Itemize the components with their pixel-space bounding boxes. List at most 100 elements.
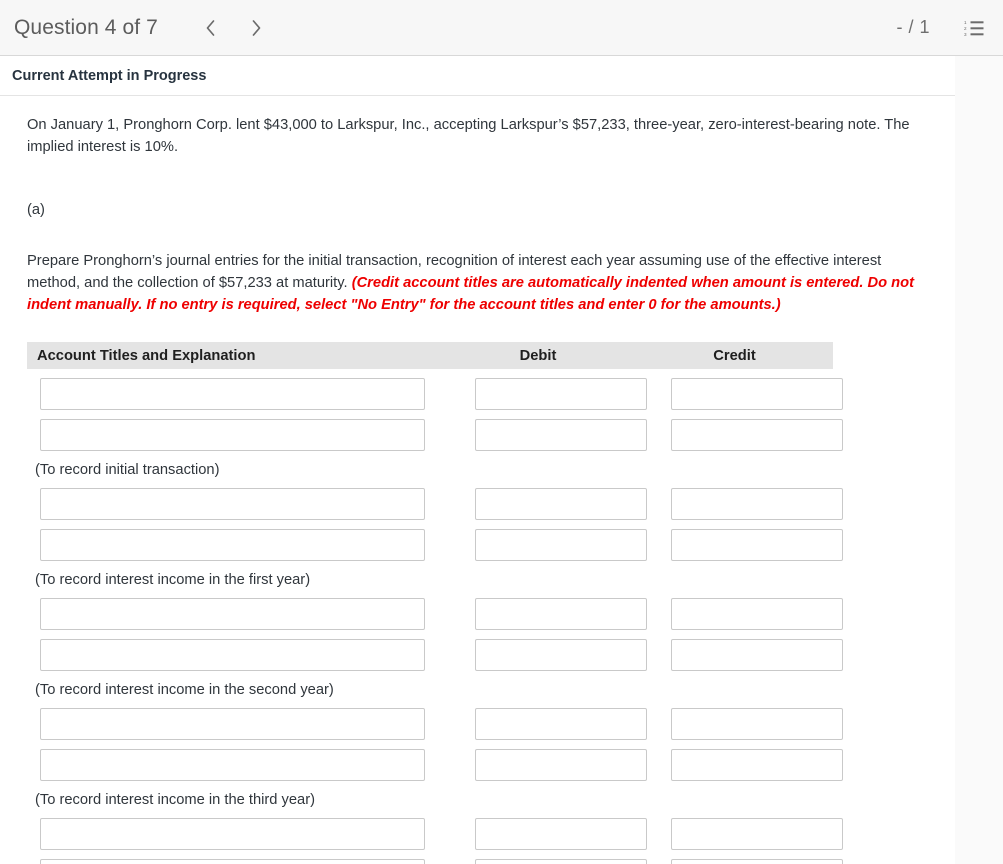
entry-caption: (To record interest income in the second… <box>35 682 334 698</box>
attempt-status-bar: Current Attempt in Progress <box>0 56 955 96</box>
credit-amount-input[interactable] <box>671 529 843 561</box>
credit-amount-input[interactable] <box>671 419 843 451</box>
debit-amount-input[interactable] <box>475 488 647 520</box>
debit-amount-input[interactable] <box>475 529 647 561</box>
previous-question-button[interactable] <box>196 13 226 43</box>
table-row <box>27 369 843 410</box>
cell-account <box>27 598 451 630</box>
table-row <box>27 410 843 451</box>
debit-amount-input[interactable] <box>475 818 647 850</box>
entry-caption: (To record initial transaction) <box>35 462 220 478</box>
credit-amount-input[interactable] <box>671 859 843 864</box>
account-title-input[interactable] <box>40 598 425 630</box>
question-content-panel: Current Attempt in Progress On January 1… <box>0 56 955 864</box>
cell-account <box>27 708 451 740</box>
question-toolbar: Question 4 of 7 - / 1 1 2 3 <box>0 0 1003 56</box>
question-navigation <box>196 13 272 43</box>
cell-credit <box>649 598 843 630</box>
account-title-input[interactable] <box>40 749 425 781</box>
cell-credit <box>649 488 843 520</box>
table-row <box>27 850 843 864</box>
entry-caption: (To record interest income in the third … <box>35 792 315 808</box>
cell-credit <box>649 708 843 740</box>
account-title-input[interactable] <box>40 529 425 561</box>
cell-credit <box>649 749 843 781</box>
table-header-row: Account Titles and Explanation Debit Cre… <box>27 342 833 369</box>
next-question-button[interactable] <box>242 13 272 43</box>
cell-account <box>27 818 451 850</box>
toolbar-right-group: - / 1 1 2 3 <box>896 17 985 39</box>
question-page: Question 4 of 7 - / 1 1 2 3 Current Atte… <box>0 0 1003 864</box>
credit-amount-input[interactable] <box>671 639 843 671</box>
debit-amount-input[interactable] <box>475 859 647 864</box>
credit-amount-input[interactable] <box>671 818 843 850</box>
numbered-list-icon[interactable]: 1 2 3 <box>963 17 985 39</box>
cell-account <box>27 639 451 671</box>
cell-debit <box>451 639 649 671</box>
entry-caption: (To record interest income in the first … <box>35 572 311 588</box>
table-row <box>27 809 843 850</box>
problem-statement: On January 1, Pronghorn Corp. lent $43,0… <box>27 117 910 155</box>
cell-debit <box>451 419 649 451</box>
part-label: (a) <box>27 202 45 218</box>
cell-debit <box>451 529 649 561</box>
chevron-left-icon <box>204 18 217 38</box>
cell-debit <box>451 859 649 864</box>
credit-amount-input[interactable] <box>671 378 843 410</box>
cell-account <box>27 749 451 781</box>
account-title-input[interactable] <box>40 859 425 864</box>
cell-debit <box>451 488 649 520</box>
svg-text:2: 2 <box>964 26 967 31</box>
credit-amount-input[interactable] <box>671 749 843 781</box>
credit-amount-input[interactable] <box>671 488 843 520</box>
svg-text:1: 1 <box>964 20 967 25</box>
account-title-input[interactable] <box>40 639 425 671</box>
column-header-account: Account Titles and Explanation <box>37 347 256 364</box>
attempt-status-label: Current Attempt in Progress <box>12 68 207 84</box>
cell-account <box>27 529 451 561</box>
column-header-debit: Debit <box>519 347 557 364</box>
svg-text:3: 3 <box>964 32 967 37</box>
debit-amount-input[interactable] <box>475 749 647 781</box>
column-header-credit: Credit <box>713 347 756 364</box>
debit-amount-input[interactable] <box>475 639 647 671</box>
cell-account <box>27 378 451 410</box>
credit-amount-input[interactable] <box>671 708 843 740</box>
cell-credit <box>649 529 843 561</box>
chevron-right-icon <box>250 18 263 38</box>
account-title-input[interactable] <box>40 488 425 520</box>
cell-debit <box>451 749 649 781</box>
account-title-input[interactable] <box>40 378 425 410</box>
cell-debit <box>451 378 649 410</box>
debit-amount-input[interactable] <box>475 419 647 451</box>
cell-credit <box>649 859 843 864</box>
cell-credit <box>649 419 843 451</box>
cell-account <box>27 488 451 520</box>
account-title-input[interactable] <box>40 419 425 451</box>
table-row <box>27 740 843 781</box>
cell-debit <box>451 708 649 740</box>
cell-account <box>27 859 451 864</box>
page-title: Question 4 of 7 <box>14 15 158 39</box>
debit-amount-input[interactable] <box>475 598 647 630</box>
cell-debit <box>451 818 649 850</box>
question-body: On January 1, Pronghorn Corp. lent $43,0… <box>0 96 955 864</box>
debit-amount-input[interactable] <box>475 708 647 740</box>
journal-body: (To record initial transaction) (To recor… <box>27 369 843 864</box>
cell-debit <box>451 598 649 630</box>
cell-credit <box>649 818 843 850</box>
table-row <box>27 479 843 520</box>
account-title-input[interactable] <box>40 818 425 850</box>
table-row <box>27 699 843 740</box>
table-row <box>27 630 843 671</box>
instruction-text: Prepare Pronghorn’s journal entries for … <box>27 250 929 316</box>
cell-credit <box>649 378 843 410</box>
account-title-input[interactable] <box>40 708 425 740</box>
credit-amount-input[interactable] <box>671 598 843 630</box>
table-row <box>27 520 843 561</box>
cell-credit <box>649 639 843 671</box>
cell-account <box>27 419 451 451</box>
table-row <box>27 589 843 630</box>
journal-entry-table: Account Titles and Explanation Debit Cre… <box>27 342 843 864</box>
debit-amount-input[interactable] <box>475 378 647 410</box>
